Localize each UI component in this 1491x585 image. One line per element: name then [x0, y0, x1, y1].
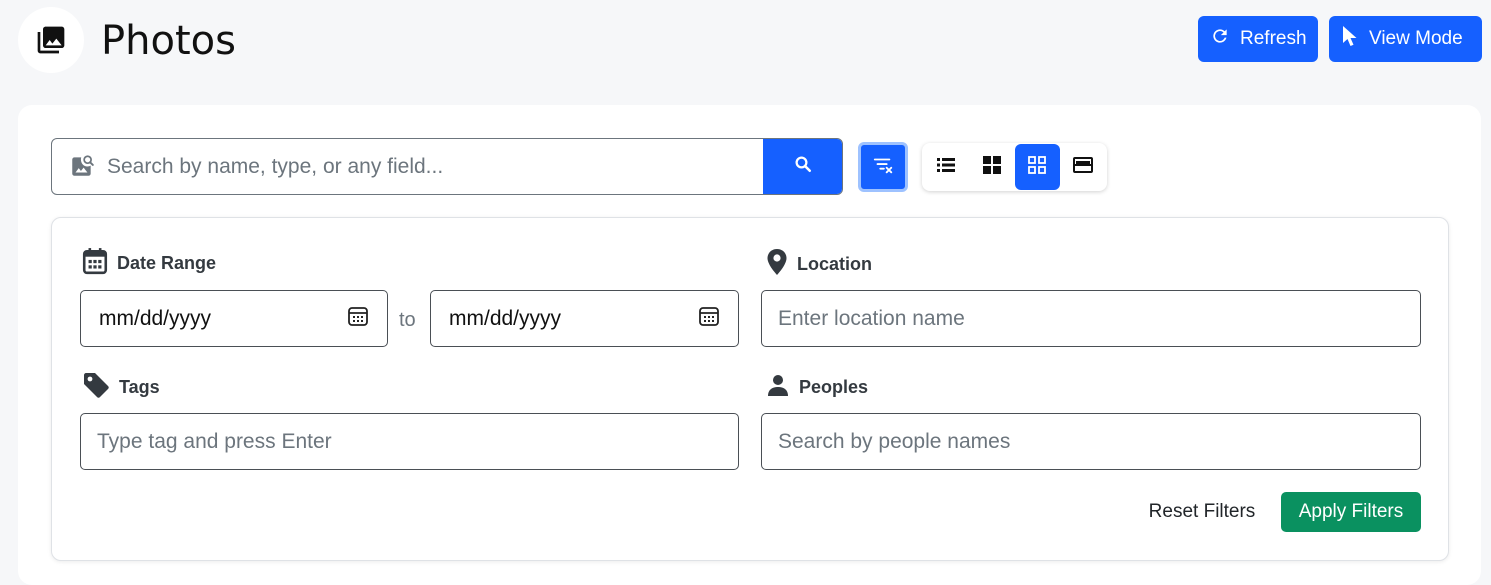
filter-toggle-button[interactable] [858, 142, 908, 192]
date-range-label: Date Range [82, 247, 216, 280]
grid-small-icon [1028, 155, 1047, 179]
tags-input[interactable] [97, 429, 722, 454]
date-from-field[interactable]: mm/dd/yyyy [80, 290, 388, 347]
refresh-icon [1210, 26, 1230, 52]
location-field[interactable] [761, 290, 1421, 347]
date-range-label-text: Date Range [117, 253, 217, 273]
card-view-icon [1073, 156, 1094, 178]
calendar-picker-icon[interactable] [698, 305, 720, 333]
reset-filters-button[interactable]: Reset Filters [1140, 492, 1264, 532]
tags-field[interactable] [80, 413, 739, 470]
view-mode-switcher [922, 143, 1107, 191]
view-grid-large-button[interactable] [969, 144, 1015, 190]
calendar-picker-icon[interactable] [347, 305, 369, 333]
peoples-field[interactable] [761, 413, 1421, 470]
search-input[interactable] [107, 139, 762, 194]
date-from-value: mm/dd/yyyy [99, 306, 212, 330]
filter-clear-icon [872, 154, 894, 181]
location-label: Location [766, 248, 872, 281]
photo-library-icon [18, 7, 84, 73]
search-icon [794, 155, 812, 178]
tag-icon [82, 371, 110, 404]
apply-filters-button[interactable]: Apply Filters [1281, 492, 1421, 532]
peoples-label-text: Peoples [799, 377, 869, 397]
calendar-icon [82, 247, 108, 280]
peoples-label: Peoples [766, 373, 868, 402]
peoples-input[interactable] [778, 429, 1404, 454]
page-header: Photos Refresh View Mode [0, 0, 1491, 90]
list-icon [936, 157, 955, 178]
image-search-icon [69, 153, 95, 179]
date-to-value: mm/dd/yyyy [449, 306, 562, 330]
cursor-pointer-icon [1341, 25, 1359, 53]
view-list-button[interactable] [923, 144, 969, 190]
view-grid-small-button[interactable] [1014, 144, 1061, 190]
date-range-separator: to [399, 309, 416, 331]
date-to-field[interactable]: mm/dd/yyyy [430, 290, 739, 347]
view-card-button[interactable] [1060, 144, 1106, 190]
refresh-button[interactable]: Refresh [1198, 16, 1318, 62]
location-input[interactable] [778, 306, 1404, 331]
location-label-text: Location [797, 254, 872, 274]
tags-label-text: Tags [119, 377, 160, 397]
search-button[interactable] [763, 139, 842, 194]
refresh-label: Refresh [1240, 28, 1307, 49]
grid-large-icon [982, 155, 1001, 179]
view-mode-label: View Mode [1369, 28, 1463, 49]
view-mode-button[interactable]: View Mode [1329, 16, 1482, 62]
tags-label: Tags [82, 371, 160, 404]
page-title: Photos [101, 18, 236, 64]
map-pin-icon [766, 248, 788, 281]
search-bar [51, 138, 843, 195]
person-icon [766, 373, 790, 402]
